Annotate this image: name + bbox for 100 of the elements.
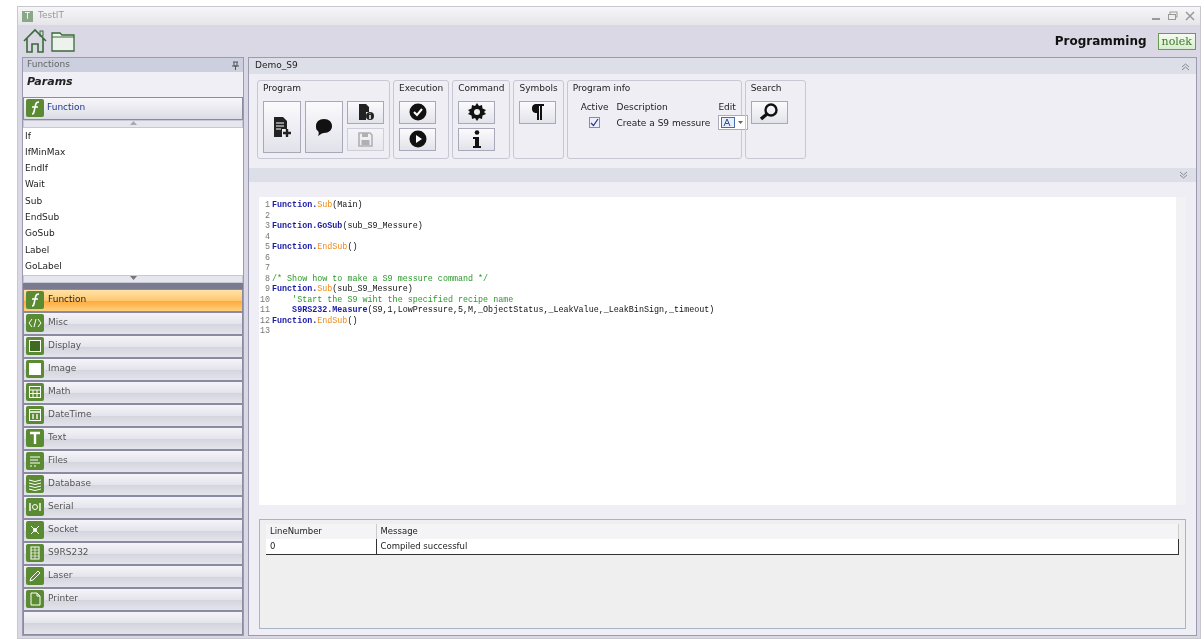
function-icon [26, 99, 44, 117]
restore-icon[interactable] [1167, 10, 1179, 22]
category-tab[interactable]: Laser [23, 564, 243, 588]
line-number: 10 [259, 294, 270, 305]
device-icon [26, 544, 44, 562]
function-list-item[interactable]: EndIf [25, 160, 241, 177]
caret-icon [738, 121, 744, 124]
line-number: 4 [263, 231, 270, 242]
field-label: Edit [718, 100, 737, 114]
settings-button[interactable] [458, 100, 496, 124]
function-list-item[interactable]: Label [25, 241, 241, 258]
validate-button[interactable] [399, 100, 436, 124]
line-number: 8 [263, 273, 270, 284]
close-icon[interactable] [1184, 10, 1196, 22]
info-button[interactable] [458, 127, 496, 151]
line-number: 13 [259, 326, 270, 337]
pin-icon[interactable] [232, 60, 239, 70]
folder-icon[interactable] [51, 30, 75, 52]
table-cell: Compiled successful [376, 538, 1179, 554]
new-document-button[interactable] [263, 100, 301, 153]
search-button[interactable] [750, 100, 788, 124]
line-number: 3 [263, 221, 270, 232]
panel-title: Params [26, 74, 74, 90]
group-label: Program [263, 82, 302, 95]
table-icon [26, 383, 44, 401]
pilcrow-icon [530, 103, 545, 121]
calendar-icon [26, 406, 44, 424]
category-tab[interactable]: Files [23, 449, 243, 473]
group-button[interactable]: Function [23, 96, 243, 120]
code-line: Function.Sub(sub_S9_Messure) [272, 284, 413, 294]
category-tab[interactable]: Misc [23, 311, 243, 335]
checkmark-icon [408, 103, 427, 121]
function-list-item[interactable]: Wait [25, 176, 241, 193]
code-line: 'Start the S9 wiht the specified recipe name [291, 294, 514, 305]
description-text: Create a S9 messure [616, 117, 711, 130]
app-icon: T [22, 10, 33, 22]
code-line: Function.Sub(Main) [272, 200, 363, 210]
text-edit-icon [721, 117, 736, 128]
group-label: Search [750, 82, 783, 95]
code-line: S9RS232.Measure(S9,1,LowPressure,5,M,_ObjectStatus,_LeakValue,_LeakBinSign,_timeout) [291, 305, 715, 315]
code-line: Function.EndSub() [272, 315, 358, 326]
code-line: Function.EndSub() [272, 242, 358, 252]
column-header[interactable]: Message [376, 524, 1179, 539]
category-tab[interactable]: Image [23, 357, 243, 381]
section-title: Programming [1054, 33, 1147, 50]
function-list-item[interactable]: IfMinMax [25, 143, 241, 161]
line-number: 9 [263, 284, 270, 295]
function-list-item[interactable]: EndSub [25, 209, 241, 226]
group-label: Program info [572, 82, 632, 95]
field-label: Active [580, 100, 609, 114]
code-icon [26, 314, 44, 332]
code-line: /* Show how to make a S9 messure command */ [272, 273, 489, 284]
company-logo: nolek [1157, 32, 1196, 50]
settings-icon [467, 103, 486, 121]
category-tab[interactable]: Serial [23, 495, 243, 519]
save-icon [358, 131, 373, 147]
function-list-item[interactable]: GoSub [25, 225, 241, 242]
group-label: Execution [399, 82, 444, 95]
category-tab[interactable]: DateTime [23, 403, 243, 427]
function-list-item[interactable]: GoLabel [25, 257, 241, 275]
category-tab[interactable]: Text [23, 426, 243, 450]
socket-icon [26, 521, 44, 539]
new-document-icon [273, 115, 291, 138]
search-icon [759, 103, 780, 121]
home-icon[interactable] [22, 28, 48, 54]
function-list-item[interactable]: Sub [25, 192, 241, 209]
category-tab[interactable]: Math [23, 380, 243, 404]
comment-button[interactable] [305, 100, 343, 153]
image-icon [26, 360, 44, 378]
group-label: Command [458, 82, 505, 95]
category-tab[interactable]: Display [23, 334, 243, 358]
category-tab[interactable]: Printer [23, 587, 243, 611]
document-info-icon [357, 103, 374, 121]
lines-icon [26, 452, 44, 470]
category-tab[interactable]: S9RS232 [23, 541, 243, 565]
database-icon [26, 475, 44, 493]
line-number: 7 [263, 263, 270, 274]
group-label: Symbols [519, 82, 558, 95]
category-tab[interactable]: Database [23, 472, 243, 496]
window-title: TestIT [38, 9, 64, 23]
serial-icon [26, 498, 44, 516]
panel-header: Functions [27, 58, 70, 72]
category-tab[interactable]: Socket [23, 518, 243, 542]
document-title: Demo_S9 [255, 59, 298, 73]
active-checkbox[interactable] [589, 117, 601, 128]
code-line: Function.GoSub(sub_S9_Messure) [272, 221, 423, 231]
window-icon [26, 337, 44, 355]
column-header[interactable]: LineNumber [266, 524, 376, 539]
paragraph-button[interactable] [519, 100, 557, 124]
text-icon [26, 429, 44, 447]
document-info-button[interactable] [347, 100, 384, 124]
function-list-item[interactable]: If [25, 127, 241, 144]
info-icon [471, 130, 482, 148]
category-tab[interactable]: Function [23, 288, 243, 312]
run-button[interactable] [399, 127, 436, 151]
edit-dropdown[interactable] [718, 115, 749, 130]
line-number: 11 [259, 305, 270, 316]
line-number: 1 [263, 200, 270, 211]
pencil-icon [26, 567, 44, 585]
field-label: Description [616, 100, 669, 114]
